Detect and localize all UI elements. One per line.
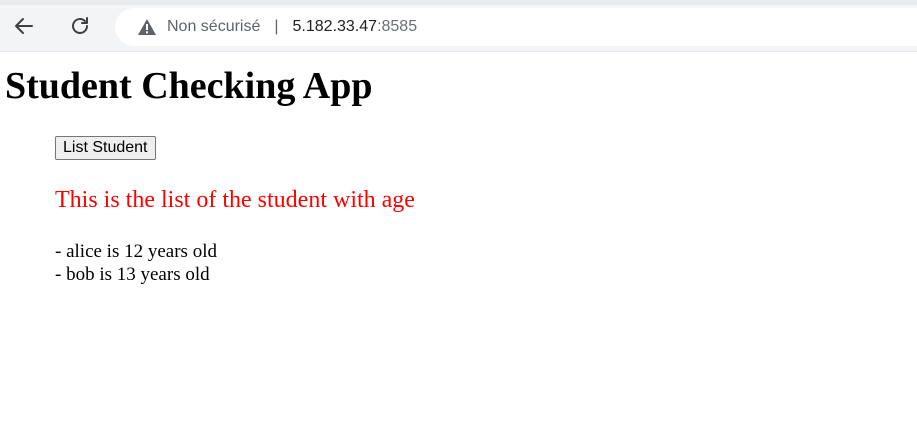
tab-strip-edge xyxy=(0,0,917,5)
student-list-heading: This is the list of the student with age xyxy=(55,187,415,213)
browser-toolbar: Non sécurisé | 5.182.33.47:8585 xyxy=(0,0,917,52)
back-button[interactable] xyxy=(10,12,38,40)
address-separator: | xyxy=(274,18,279,35)
student-list-item: - bob is 13 years old xyxy=(55,264,210,285)
student-list: - alice is 12 years old - bob is 13 year… xyxy=(55,240,217,286)
list-student-button[interactable]: List Student xyxy=(55,136,156,160)
address-bar[interactable]: Non sécurisé | 5.182.33.47:8585 xyxy=(115,8,917,46)
student-list-item: - alice is 12 years old xyxy=(55,241,217,262)
back-arrow-icon xyxy=(15,18,33,34)
warning-triangle-icon[interactable] xyxy=(137,17,157,37)
page-title: Student Checking App xyxy=(5,65,373,107)
page-content: Student Checking App List Student This i… xyxy=(0,52,917,446)
security-status-label[interactable]: Non sécurisé xyxy=(167,18,260,36)
url-host[interactable]: 5.182.33.47 xyxy=(293,18,378,36)
reload-button[interactable] xyxy=(66,12,94,40)
url-port[interactable]: :8585 xyxy=(377,18,417,36)
reload-icon xyxy=(72,17,88,34)
